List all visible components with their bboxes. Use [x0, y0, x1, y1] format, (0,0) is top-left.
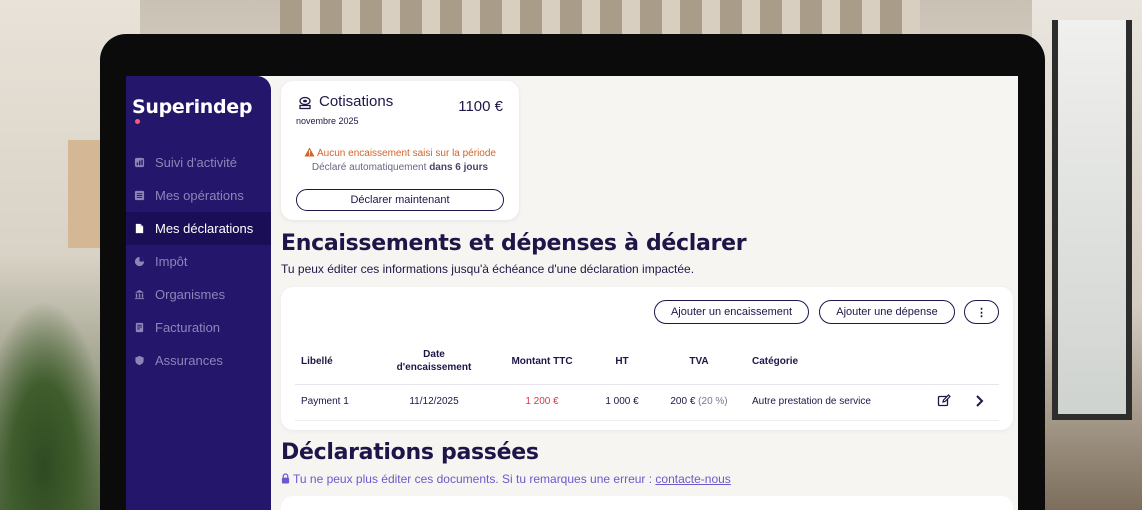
encaissements-table-card: Ajouter un encaissement Ajouter une dépe… — [281, 287, 1013, 430]
sidebar: Superindep Suivi d'activité Mes opératio… — [126, 76, 271, 510]
document-icon — [134, 223, 145, 234]
cotisations-warning: Aucun encaissement saisi sur la période — [281, 147, 519, 159]
encaissements-subtitle: Tu peux éditer ces informations jusqu'à … — [281, 262, 695, 276]
column-header-date-line1: Date — [423, 349, 445, 360]
warning-text: Aucun encaissement saisi sur la période — [317, 148, 496, 159]
coin-stack-icon — [297, 96, 313, 112]
notice-text: Tu ne peux plus éditer ces documents. Si… — [293, 472, 653, 486]
cell-categorie: Autre prestation de service — [752, 396, 871, 407]
cotisations-auto-note: Déclaré automatiquement dans 6 jours — [281, 162, 519, 173]
wall-frame — [68, 140, 100, 248]
sidebar-item-assurances[interactable]: Assurances — [126, 344, 271, 377]
pie-icon — [134, 256, 145, 267]
sidebar-item-label: Organismes — [155, 287, 226, 302]
sidebar-item-suivi[interactable]: Suivi d'activité — [126, 146, 271, 179]
declarations-passees-title: Déclarations passées — [281, 440, 539, 465]
sidebar-item-impot[interactable]: Impôt — [126, 245, 271, 278]
sidebar-item-declarations[interactable]: Mes déclarations — [126, 212, 271, 245]
table-row-divider — [295, 420, 999, 421]
cotisations-period: novembre 2025 — [296, 116, 359, 126]
cell-ht: 1 000 € — [605, 396, 639, 407]
column-header-ttc: Montant TTC — [511, 356, 573, 367]
auto-note-prefix: Déclaré automatiquement — [311, 162, 427, 173]
column-header-ht: HT — [615, 356, 629, 367]
cell-ttc: 1 200 € — [525, 396, 559, 407]
sidebar-item-label: Mes opérations — [155, 188, 244, 203]
sidebar-nav: Suivi d'activité Mes opérations Mes décl… — [126, 146, 271, 377]
sidebar-item-label: Mes déclarations — [155, 221, 254, 236]
app-logo[interactable]: Superindep — [132, 96, 253, 124]
chevron-right-icon[interactable] — [971, 393, 987, 409]
cell-libelle: Payment 1 — [301, 396, 349, 407]
window — [1052, 20, 1132, 420]
auto-note-delay: dans 6 jours — [429, 162, 489, 173]
sidebar-item-label: Impôt — [155, 254, 188, 269]
cotisations-title: Cotisations — [319, 93, 394, 110]
cell-tva-rate: (20 %) — [698, 396, 728, 407]
add-income-button[interactable]: Ajouter un encaissement — [654, 300, 809, 324]
more-options-button[interactable]: ⋮ — [964, 300, 999, 324]
sidebar-item-label: Facturation — [155, 320, 221, 335]
logo-dot — [135, 119, 140, 124]
plant — [0, 300, 110, 510]
declarations-passees-card — [281, 496, 1013, 510]
cell-date: 11/12/2025 — [409, 396, 459, 407]
column-header-date-line2: d'encaissement — [396, 362, 472, 373]
cell-tva: 200 € (20 %) — [659, 396, 739, 407]
lock-icon — [281, 473, 290, 484]
sidebar-item-label: Assurances — [155, 353, 223, 368]
app-screen: Superindep Suivi d'activité Mes opératio… — [126, 76, 1018, 510]
cotisations-card: Cotisations 1100 € novembre 2025 Aucun e… — [281, 81, 519, 220]
sidebar-item-facturation[interactable]: Facturation — [126, 311, 271, 344]
bank-icon — [134, 289, 145, 300]
contact-link[interactable]: contacte-nous — [655, 472, 730, 486]
sidebar-item-label: Suivi d'activité — [155, 155, 237, 170]
column-header-date: Date d'encaissement — [389, 349, 479, 373]
list-icon — [134, 190, 145, 201]
column-header-libelle: Libellé — [301, 356, 333, 367]
add-expense-button[interactable]: Ajouter une dépense — [819, 300, 955, 324]
encaissements-title: Encaissements et dépenses à déclarer — [281, 231, 747, 256]
edit-icon[interactable] — [936, 393, 952, 409]
cell-tva-amount: 200 € — [670, 396, 696, 407]
sidebar-item-operations[interactable]: Mes opérations — [126, 179, 271, 212]
shield-icon — [134, 355, 145, 366]
table-header-divider — [295, 384, 999, 385]
app-logo-text: Superindep — [132, 96, 253, 118]
main-content: Cotisations 1100 € novembre 2025 Aucun e… — [271, 76, 1018, 510]
chart-pie-icon — [134, 157, 145, 168]
column-header-tva: TVA — [689, 356, 709, 367]
invoice-icon — [134, 322, 145, 333]
sidebar-item-organismes[interactable]: Organismes — [126, 278, 271, 311]
declarations-passees-notice: Tu ne peux plus éditer ces documents. Si… — [281, 472, 731, 486]
ceiling-beam — [280, 0, 920, 34]
cotisations-amount: 1100 € — [458, 98, 503, 115]
column-header-categorie: Catégorie — [752, 356, 799, 367]
warning-icon — [304, 147, 315, 157]
declarer-maintenant-button[interactable]: Déclarer maintenant — [296, 189, 504, 211]
